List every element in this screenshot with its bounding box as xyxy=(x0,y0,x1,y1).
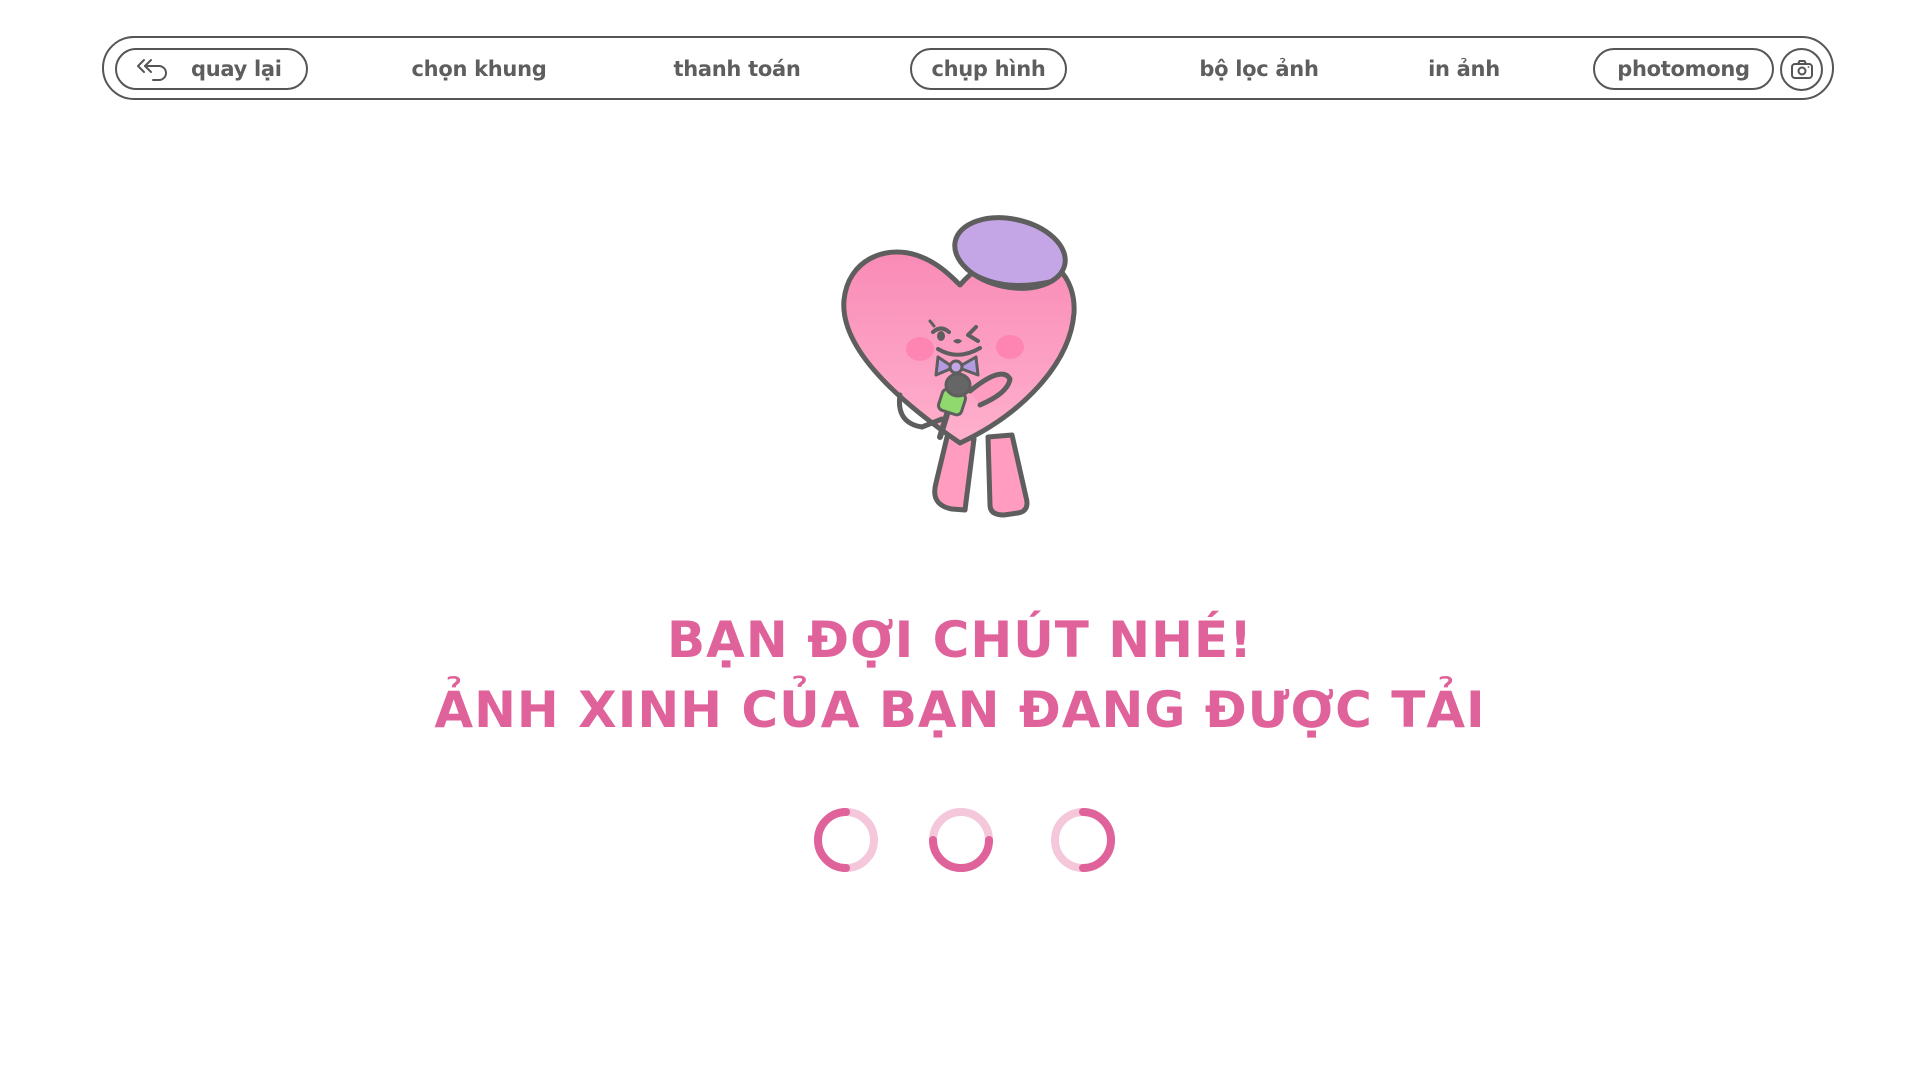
loading-spinner xyxy=(1051,808,1115,872)
nav-item-photo-filter[interactable]: bộ lọc ảnh xyxy=(1169,48,1349,90)
camera-icon xyxy=(1790,59,1813,79)
back-label: quay lại xyxy=(191,57,282,81)
heart-mascot-illustration xyxy=(841,215,1077,518)
back-arrow-icon xyxy=(137,59,167,81)
loading-spinner xyxy=(929,808,993,872)
brand-button[interactable]: photomong xyxy=(1593,48,1774,90)
loading-spinner xyxy=(814,808,878,872)
nav-item-print-photo[interactable]: in ảnh xyxy=(1409,48,1519,90)
loading-subheadline: ẢNH XINH CỦA BẠN ĐANG ĐƯỢC TẢI xyxy=(434,681,1486,739)
loading-headline: BẠN ĐỢI CHÚT NHÉ! xyxy=(667,611,1253,669)
nav-item-take-photo[interactable]: chụp hình xyxy=(910,48,1067,90)
nav-item-choose-frame[interactable]: chọn khung xyxy=(389,48,569,90)
back-button[interactable]: quay lại xyxy=(115,48,308,90)
camera-button[interactable] xyxy=(1780,48,1823,91)
nav-item-payment[interactable]: thanh toán xyxy=(647,48,827,90)
top-nav-bar: quay lại chọn khung thanh toán chụp hình… xyxy=(102,36,1834,100)
